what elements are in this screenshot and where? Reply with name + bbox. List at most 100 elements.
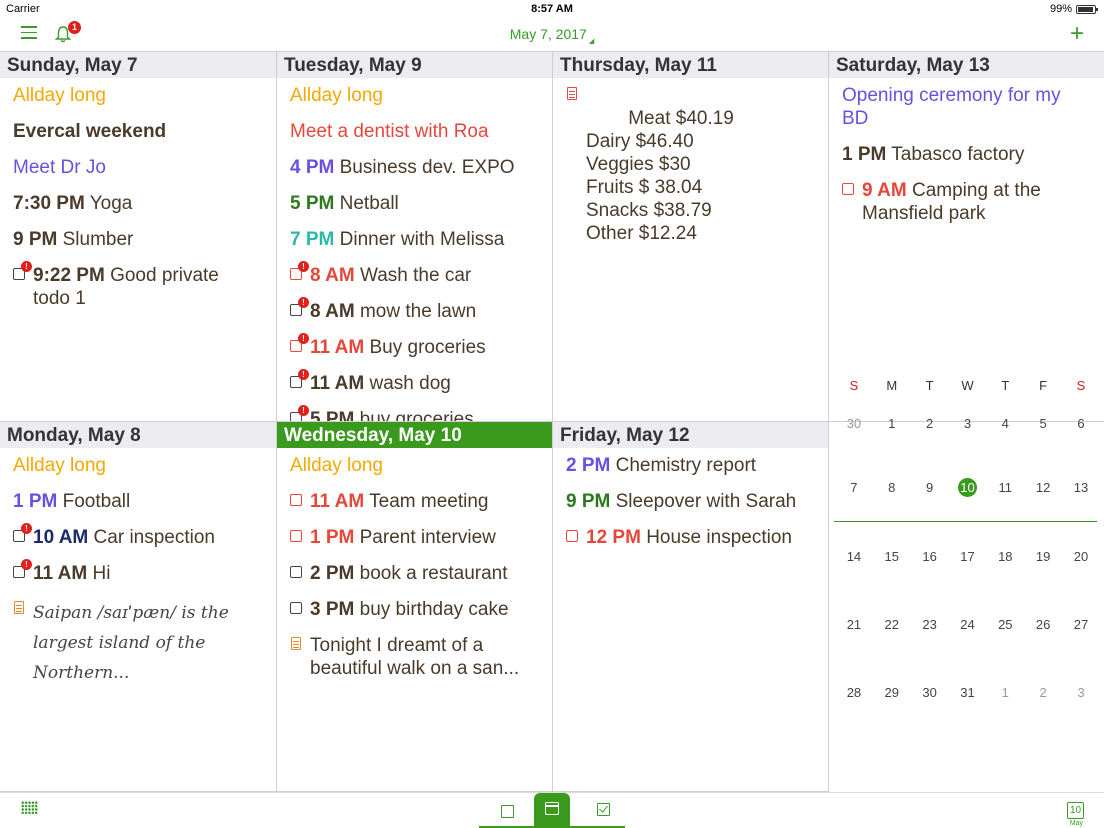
date-cell-today[interactable]: 10 xyxy=(952,477,982,497)
day-cell-thursday[interactable]: Thursday, May 11 Meat $40.19 Dairy $46.4… xyxy=(553,52,829,422)
date-cell[interactable]: 19 xyxy=(1028,549,1058,564)
event-time: 9 PM xyxy=(13,229,58,250)
event-item[interactable]: 1 PM Football xyxy=(13,490,263,513)
todo-checkbox[interactable] xyxy=(290,530,302,542)
todo-checkbox[interactable] xyxy=(842,183,854,195)
note-item[interactable]: Saipan /saɪˈpæn/ is the largest island o… xyxy=(13,598,263,688)
date-cell[interactable]: 4 xyxy=(990,416,1020,431)
add-button[interactable]: + xyxy=(1070,22,1084,46)
event-item[interactable]: Opening ceremony for my BD xyxy=(842,84,1087,130)
date-cell[interactable]: 8 xyxy=(877,480,907,495)
day-cell-tuesday[interactable]: Tuesday, May 9 Allday long Meet a dentis… xyxy=(277,52,553,422)
day-cell-monday[interactable]: Monday, May 8 Allday long 1 PM Football … xyxy=(0,422,277,792)
note-item[interactable]: Meat $40.19 Dairy $46.40 Veggies $30 Fru… xyxy=(566,84,815,268)
event-item[interactable]: 2 PM Chemistry report xyxy=(566,454,815,477)
event-title: Buy groceries xyxy=(364,337,486,358)
event-time: 7:30 PM xyxy=(13,193,85,214)
note-icon xyxy=(567,87,577,100)
date-cell[interactable]: 2 xyxy=(1028,685,1058,700)
date-cell[interactable]: 13 xyxy=(1066,480,1096,495)
day-cell-wednesday[interactable]: Wednesday, May 10 Allday long 11 AM Team… xyxy=(277,422,553,792)
event-item[interactable]: Evercal weekend xyxy=(13,120,263,143)
event-item[interactable]: Allday long xyxy=(290,454,539,477)
date-cell[interactable]: 9 xyxy=(915,480,945,495)
todo-item[interactable]: ! 9:22 PM Good private todo 1 xyxy=(13,261,253,310)
date-cell[interactable]: 2 xyxy=(915,416,945,431)
date-cell[interactable]: 31 xyxy=(952,685,982,700)
date-cell[interactable]: 12 xyxy=(1028,480,1058,495)
event-title: Tabasco factory xyxy=(886,144,1025,165)
day-cell-friday[interactable]: Friday, May 12 2 PM Chemistry report 9 P… xyxy=(553,422,829,792)
date-cell[interactable]: 30 xyxy=(915,685,945,700)
day-cell-saturday[interactable]: Saturday, May 13 Opening ceremony for my… xyxy=(829,52,1104,422)
date-cell[interactable]: 6 xyxy=(1066,416,1096,431)
date-cell[interactable]: 22 xyxy=(877,617,907,632)
todo-item[interactable]: ! 10 AM Car inspection xyxy=(13,523,263,549)
event-item[interactable]: Allday long xyxy=(13,454,263,477)
date-cell[interactable]: 26 xyxy=(1028,617,1058,632)
todo-item[interactable]: 2 PM book a restaurant xyxy=(290,562,539,585)
todo-item[interactable]: ! 5 PM buy groceries xyxy=(290,405,539,421)
event-title: Chemistry report xyxy=(610,455,757,476)
date-cell[interactable]: 11 xyxy=(990,480,1020,495)
todo-checkbox[interactable] xyxy=(290,602,302,614)
event-item[interactable]: Meet a dentist with Roa xyxy=(290,120,539,143)
todo-checkbox[interactable] xyxy=(566,530,578,542)
date-cell[interactable]: 14 xyxy=(839,549,869,564)
todo-checkbox[interactable] xyxy=(290,494,302,506)
note-item[interactable]: Tonight I dreamt of a beautiful walk on … xyxy=(290,634,535,680)
done-view-button[interactable] xyxy=(587,793,623,826)
date-cell[interactable]: 3 xyxy=(952,416,982,431)
date-cell[interactable]: 28 xyxy=(839,685,869,700)
date-cell[interactable]: 20 xyxy=(1066,549,1096,564)
event-item[interactable]: 9 PM Slumber xyxy=(13,228,263,251)
date-cell[interactable]: 29 xyxy=(877,685,907,700)
today-button[interactable]: 10 xyxy=(1067,802,1084,819)
todo-item[interactable]: ! 8 AM mow the lawn xyxy=(290,297,539,323)
event-item[interactable]: Meet Dr Jo xyxy=(13,156,263,179)
date-cell[interactable]: 23 xyxy=(915,617,945,632)
todo-item[interactable]: 9 AM Camping at the Mansfield park xyxy=(842,179,1082,225)
event-item[interactable]: 5 PM Netball xyxy=(290,192,539,215)
date-cell[interactable]: 21 xyxy=(839,617,869,632)
todo-item[interactable]: ! 11 AM Hi xyxy=(13,559,263,585)
todo-item[interactable]: 11 AM Team meeting xyxy=(290,490,539,513)
date-cell[interactable]: 15 xyxy=(877,549,907,564)
date-cell[interactable]: 1 xyxy=(877,416,907,431)
day-cell-sunday[interactable]: Sunday, May 7 Allday long Evercal weeken… xyxy=(0,52,277,422)
date-cell[interactable]: 3 xyxy=(1066,685,1096,700)
date-cell[interactable]: 25 xyxy=(990,617,1020,632)
date-cell[interactable]: 30 xyxy=(839,416,869,431)
todo-checkbox[interactable] xyxy=(290,566,302,578)
event-title: Yoga xyxy=(84,193,133,214)
todo-item[interactable]: 1 PM Parent interview xyxy=(290,526,539,549)
todo-item[interactable]: 3 PM buy birthday cake xyxy=(290,598,539,621)
event-item[interactable]: Allday long xyxy=(13,84,263,107)
date-cell[interactable]: 27 xyxy=(1066,617,1096,632)
date-cell[interactable]: 7 xyxy=(839,480,869,495)
event-title: Football xyxy=(57,491,131,512)
date-cell[interactable]: 17 xyxy=(952,549,982,564)
todo-item[interactable]: ! 8 AM Wash the car xyxy=(290,261,539,287)
event-item[interactable]: Allday long xyxy=(290,84,539,107)
date-cell[interactable]: 1 xyxy=(990,685,1020,700)
date-title[interactable]: May 7, 2017 ◢ xyxy=(0,26,1104,45)
grid-view-icon[interactable] xyxy=(21,801,38,814)
calendar-view-button[interactable] xyxy=(534,793,570,828)
date-cell[interactable]: 18 xyxy=(990,549,1020,564)
date-cell[interactable]: 24 xyxy=(952,617,982,632)
event-item[interactable]: 7 PM Dinner with Melissa xyxy=(290,228,539,251)
week-row: 14 15 16 17 18 19 20 xyxy=(829,522,1104,590)
date-cell[interactable]: 16 xyxy=(915,549,945,564)
event-item[interactable]: 7:30 PM Yoga xyxy=(13,192,263,215)
event-item[interactable]: 1 PM Tabasco factory xyxy=(842,143,1091,166)
caret-icon: ◢ xyxy=(588,38,595,45)
weekday-label: S xyxy=(849,378,859,393)
date-cell[interactable]: 5 xyxy=(1028,416,1058,431)
todo-item[interactable]: ! 11 AM wash dog xyxy=(290,369,539,395)
todo-item[interactable]: 12 PM House inspection xyxy=(566,526,815,549)
todo-view-button[interactable] xyxy=(487,793,523,826)
event-item[interactable]: 9 PM Sleepover with Sarah xyxy=(566,490,815,513)
todo-item[interactable]: ! 11 AM Buy groceries xyxy=(290,333,539,359)
event-item[interactable]: 4 PM Business dev. EXPO xyxy=(290,156,539,179)
